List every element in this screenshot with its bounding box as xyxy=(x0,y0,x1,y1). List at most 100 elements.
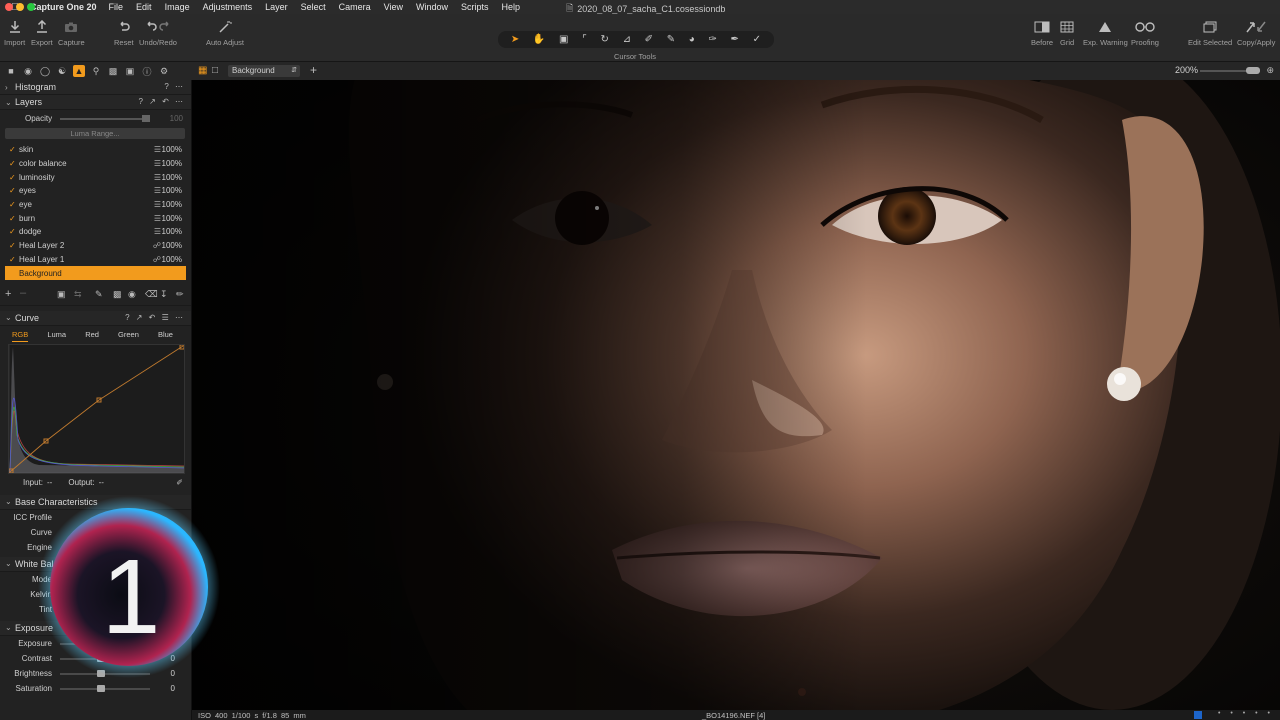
layer-item[interactable]: ✓ luminosity ☰ 100% xyxy=(0,170,191,184)
draw-mask-icon[interactable]: ✎ xyxy=(667,34,675,45)
image-viewer[interactable] xyxy=(192,80,1280,710)
lens-tab-icon[interactable]: ◯ xyxy=(39,65,51,77)
tab-luma[interactable]: Luma xyxy=(47,330,66,342)
saturation-value[interactable]: 0 xyxy=(171,684,175,693)
single-view-icon[interactable]: □ xyxy=(212,65,218,76)
checkmark-icon[interactable]: ✓ xyxy=(9,200,19,209)
close-window-button[interactable] xyxy=(5,3,13,11)
wb-picker-icon[interactable]: ✒ xyxy=(731,34,739,45)
zoom-slider-knob[interactable] xyxy=(1246,67,1260,74)
fill-mask-icon[interactable]: ↧ xyxy=(160,289,168,300)
add-layer-icon[interactable]: + xyxy=(310,63,317,77)
checkmark-icon[interactable]: ✓ xyxy=(9,241,19,250)
copy-apply-button[interactable]: Copy/Apply xyxy=(1237,16,1275,47)
settings-tab-icon[interactable]: ⚙ xyxy=(158,65,170,77)
tool-controls-icon[interactable]: ? ↗ ↶ ☰ ⋯ xyxy=(125,313,185,322)
menu-adjustments[interactable]: Adjustments xyxy=(203,2,253,12)
before-button[interactable]: Before xyxy=(1031,16,1053,47)
saturation-track[interactable] xyxy=(60,687,150,690)
zoom-window-button[interactable] xyxy=(27,3,35,11)
auto-adjust-button[interactable]: Auto Adjust xyxy=(206,16,244,47)
color-tab-icon[interactable]: ☯ xyxy=(56,65,68,77)
histogram-header[interactable]: › Histogram ? ⋯ xyxy=(0,80,191,95)
eraser-icon[interactable]: ⌫ xyxy=(145,289,158,300)
checkmark-icon[interactable]: ✓ xyxy=(9,159,19,168)
opacity-value[interactable]: 100 xyxy=(170,114,183,123)
capture-button[interactable]: Capture xyxy=(58,16,85,47)
curve-header[interactable]: ⌄ Curve ? ↗ ↶ ☰ ⋯ xyxy=(0,310,191,326)
layer-item[interactable]: ✓ Heal Layer 2 ☍ 100% xyxy=(0,239,191,253)
saturation-knob[interactable] xyxy=(97,684,105,692)
tab-blue[interactable]: Blue xyxy=(158,330,173,342)
remove-layer-icon[interactable]: – xyxy=(20,287,26,299)
select-cursor-icon[interactable]: ➤ xyxy=(511,34,519,45)
minimize-window-button[interactable] xyxy=(16,3,24,11)
portrait-photo[interactable] xyxy=(192,80,1280,710)
color-tag-icon[interactable] xyxy=(1194,711,1202,719)
library-tab-icon[interactable]: ■ xyxy=(5,65,17,77)
tab-green[interactable]: Green xyxy=(118,330,139,342)
tab-red[interactable]: Red xyxy=(85,330,99,342)
tab-rgb[interactable]: RGB xyxy=(12,330,29,342)
proofing-button[interactable]: Proofing xyxy=(1131,16,1159,47)
radial-gradient-icon[interactable]: ◉ xyxy=(128,289,136,300)
luma-range-button[interactable]: Luma Range... xyxy=(5,128,185,139)
layer-item[interactable]: ✓ burn ☰ 100% xyxy=(0,211,191,225)
annotate-icon[interactable]: ✓ xyxy=(753,34,761,45)
layer-select[interactable]: Background ⇵ xyxy=(228,65,300,77)
menu-layer[interactable]: Layer xyxy=(265,2,288,12)
rotate-icon[interactable]: ↻ xyxy=(601,34,609,45)
layer-item[interactable]: ✓ eyes ☰ 100% xyxy=(0,184,191,198)
rating-dots[interactable]: • • • • • xyxy=(1218,710,1274,717)
menu-edit[interactable]: Edit xyxy=(136,2,152,12)
exposure-tab-icon[interactable]: ▲ xyxy=(73,65,85,77)
curve-graph[interactable] xyxy=(8,343,185,474)
saturation-slider-row[interactable]: Saturation 0 xyxy=(0,681,191,696)
app-menu[interactable]: Capture One 20 xyxy=(30,2,97,12)
menu-view[interactable]: View xyxy=(384,2,403,12)
layer-item[interactable]: ✓ color balance ☰ 100% xyxy=(0,157,191,171)
checkmark-icon[interactable]: ✓ xyxy=(9,186,19,195)
keystone-icon[interactable]: ⊿ xyxy=(623,34,631,45)
metadata-tab-icon[interactable]: ▣ xyxy=(124,65,136,77)
layer-item[interactable]: ✓ skin ☰ 100% xyxy=(0,143,191,157)
layer-item[interactable]: ✓ eye ☰ 100% xyxy=(0,198,191,212)
exp-warning-button[interactable]: Exp. Warning xyxy=(1083,16,1128,47)
spot-removal-icon[interactable]: ✐ xyxy=(645,34,653,45)
menu-help[interactable]: Help xyxy=(502,2,521,12)
layer-item[interactable]: ✓ Heal Layer 1 ☍ 100% xyxy=(0,253,191,267)
details-tab-icon[interactable]: ⚲ xyxy=(90,65,102,77)
color-picker-icon[interactable]: ✑ xyxy=(708,34,716,45)
reset-button[interactable]: Reset xyxy=(114,16,134,47)
gradient-mask-icon[interactable]: ◕ xyxy=(689,34,695,45)
add-layer-icon[interactable]: + xyxy=(5,288,11,300)
curve-line[interactable] xyxy=(9,345,184,473)
grid-view-icon[interactable]: ▦ xyxy=(198,65,207,76)
edit-selected-button[interactable]: Edit Selected xyxy=(1188,16,1232,47)
loupe-icon[interactable]: ▣ xyxy=(559,34,568,45)
export-button[interactable]: Export xyxy=(31,16,53,47)
mask-view-icon[interactable]: ▣ xyxy=(57,289,66,300)
tool-menu-icon[interactable]: ? ⋯ xyxy=(164,82,185,91)
checkmark-icon[interactable]: ✓ xyxy=(9,214,19,223)
menu-file[interactable]: File xyxy=(109,2,124,12)
menu-window[interactable]: Window xyxy=(416,2,448,12)
crop-icon[interactable]: ⌜ xyxy=(582,34,587,45)
adjustments-tab-icon[interactable]: ▩ xyxy=(107,65,119,77)
menu-select[interactable]: Select xyxy=(301,2,326,12)
eyedropper-icon[interactable]: ✐ xyxy=(176,478,183,487)
menu-image[interactable]: Image xyxy=(165,2,190,12)
layer-item[interactable]: ✓ dodge ☰ 100% xyxy=(0,225,191,239)
info-tab-icon[interactable]: ⓘ xyxy=(141,65,153,77)
checkmark-icon[interactable]: ✓ xyxy=(9,227,19,236)
pan-icon[interactable]: ✋ xyxy=(533,34,545,45)
capture-tab-icon[interactable]: ◉ xyxy=(22,65,34,77)
checkmark-icon[interactable]: ✓ xyxy=(9,173,19,182)
menu-scripts[interactable]: Scripts xyxy=(461,2,489,12)
refine-mask-icon[interactable]: ✏ xyxy=(176,289,184,300)
curve-plot[interactable] xyxy=(8,344,185,474)
menu-camera[interactable]: Camera xyxy=(339,2,371,12)
brush-icon[interactable]: ✎ xyxy=(95,289,103,300)
opacity-knob[interactable] xyxy=(142,115,150,122)
zoom-slider[interactable] xyxy=(1200,67,1260,74)
